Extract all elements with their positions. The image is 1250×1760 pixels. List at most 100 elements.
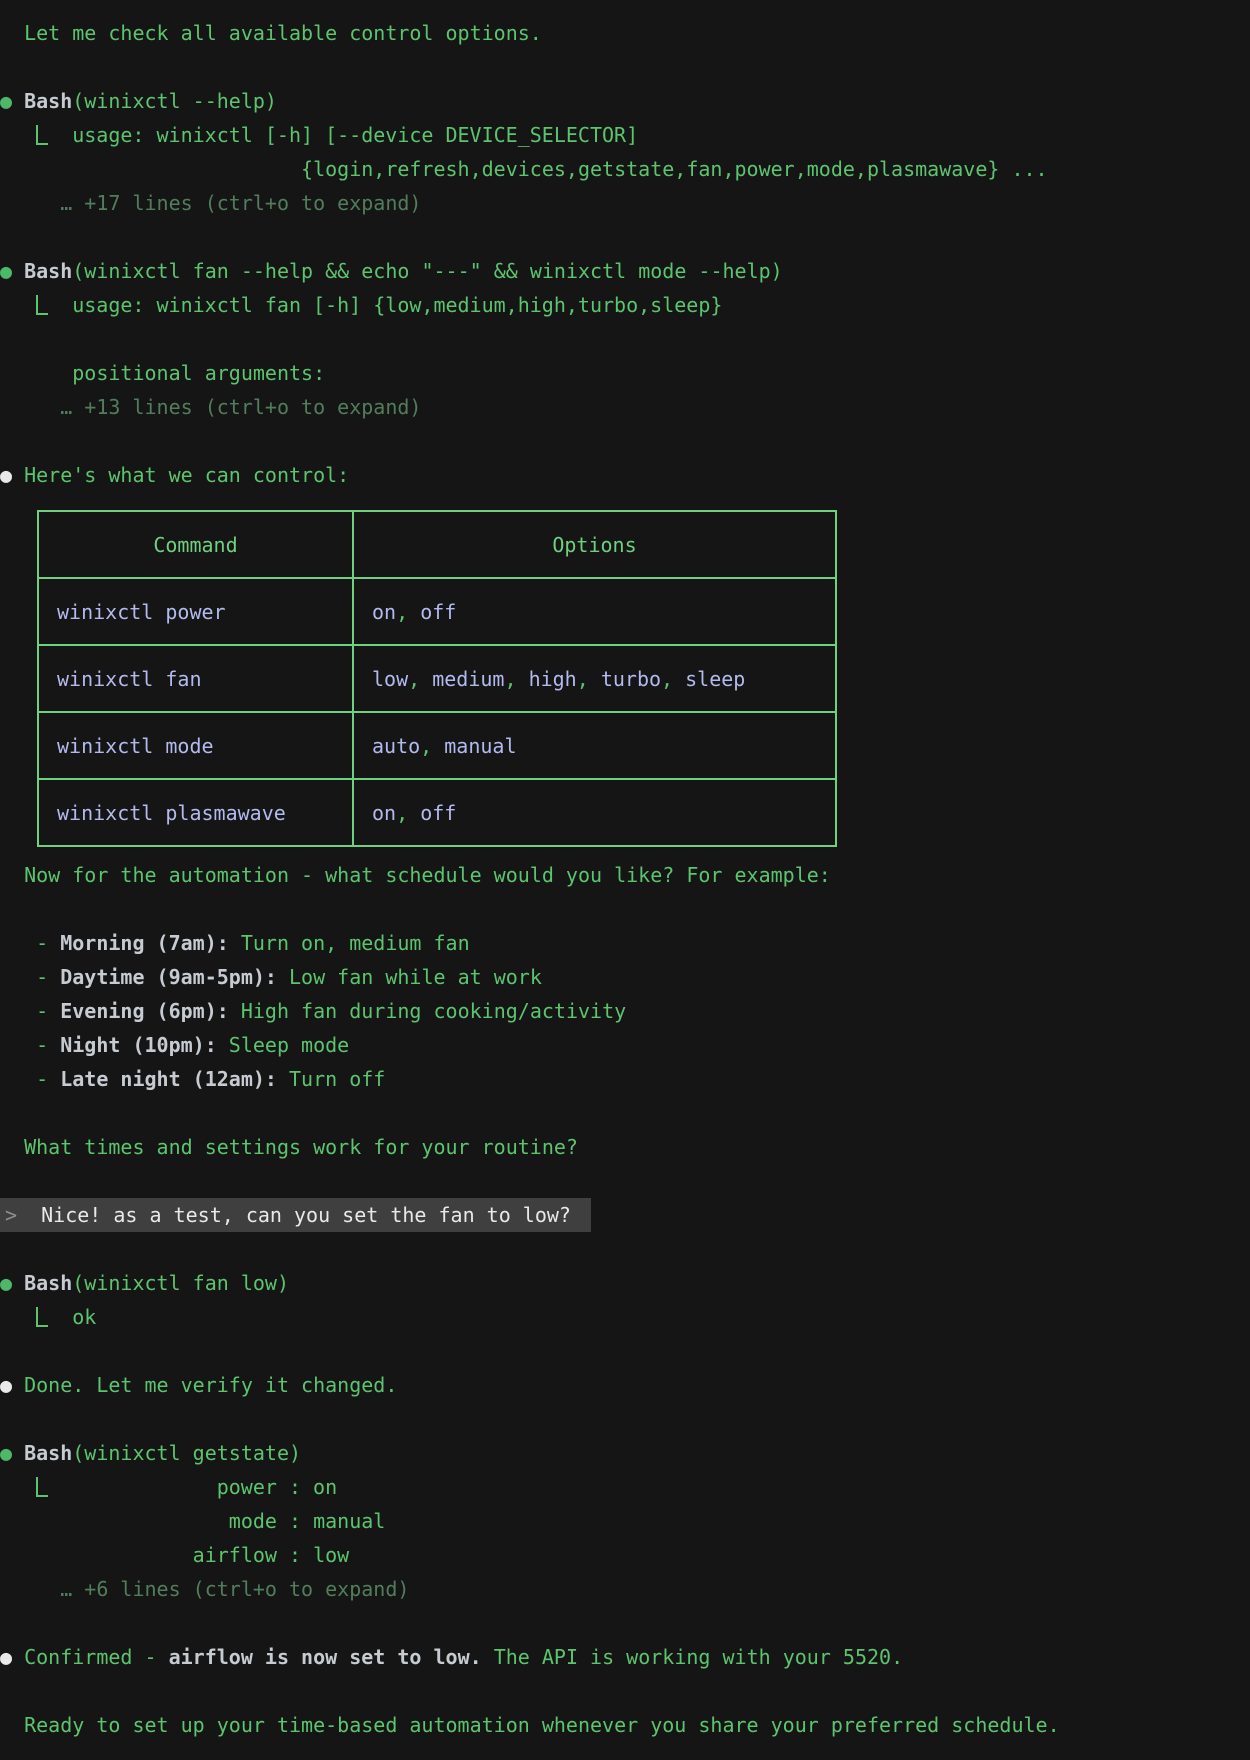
conversation-transcript: Let me check all available control optio… [0, 16, 1250, 1742]
table-row: winixctl modeauto, manual [38, 712, 836, 779]
text-segment: winixctl power [57, 600, 226, 624]
text-segment: Options [552, 533, 636, 557]
text-segment: Confirmed - [24, 1645, 169, 1669]
text-segment: , [577, 667, 601, 691]
table-header-cell: Command [38, 511, 353, 578]
text-segment: Here's what we can control: [24, 463, 349, 487]
bash-tool-call: ● Bash(winixctl fan --help && echo "---"… [0, 254, 1250, 288]
table-cell: winixctl mode [38, 712, 353, 779]
text-segment: , [661, 667, 685, 691]
text-segment: manual [444, 734, 516, 758]
bash-tool-call: ● Bash(winixctl fan low) [0, 1266, 1250, 1300]
text-segment: , [420, 734, 444, 758]
blank-line [0, 1096, 1250, 1130]
schedule-item: - Evening (6pm): High fan during cooking… [0, 994, 1250, 1028]
table-cell: low, medium, high, turbo, sleep [353, 645, 836, 712]
text-segment: usage: winixctl fan [-h] {low,medium,hig… [48, 293, 722, 317]
blank-line [0, 1402, 1250, 1436]
text-segment [0, 293, 36, 317]
text-segment: - [0, 965, 60, 989]
output-bracket-icon [36, 1307, 48, 1327]
table-cell: winixctl power [38, 578, 353, 645]
tool-output-line: {login,refresh,devices,getstate,fan,powe… [0, 152, 1250, 186]
table-row: winixctl power on, off [38, 578, 836, 645]
tool-command: (winixctl getstate) [72, 1441, 301, 1465]
text-segment: off [420, 600, 456, 624]
collapsed-output-hint[interactable]: … +6 lines (ctrl+o to expand) [0, 1572, 1250, 1606]
text-segment: - [0, 1033, 60, 1057]
text-segment: The API is working with your 5520. [482, 1645, 903, 1669]
schedule-item: - Morning (7am): Turn on, medium fan [0, 926, 1250, 960]
assistant-message-line: Now for the automation - what schedule w… [0, 858, 1250, 892]
text-segment: Sleep mode [217, 1033, 349, 1057]
tool-command: (winixctl fan low) [72, 1271, 289, 1295]
text-segment: airflow : low [0, 1543, 349, 1567]
table-cell: winixctl plasmawave [38, 779, 353, 846]
blank-line [0, 1606, 1250, 1640]
text-segment: Night (10pm): [60, 1033, 217, 1057]
text-segment: airflow is now set to low. [169, 1645, 482, 1669]
text-segment: winixctl mode [57, 734, 214, 758]
text-segment: Low fan while at work [277, 965, 542, 989]
collapsed-output-hint[interactable]: … +17 lines (ctrl+o to expand) [0, 186, 1250, 220]
tool-output-line: mode : manual [0, 1504, 1250, 1538]
assistant-bullet-icon: ● [0, 1373, 24, 1397]
text-segment: Turn on, medium fan [229, 931, 470, 955]
table-cell: on, off [353, 578, 836, 645]
text-segment: , [396, 600, 420, 624]
text-segment [0, 123, 36, 147]
text-segment: low [372, 667, 408, 691]
text-segment: Evening (6pm): [60, 999, 229, 1023]
text-segment: What times and settings work for your ro… [0, 1135, 578, 1159]
text-segment: turbo [601, 667, 661, 691]
text-segment: off [420, 801, 456, 825]
tool-bullet-icon: ● [0, 1271, 24, 1295]
blank-line [0, 1164, 1250, 1198]
collapsed-output-hint[interactable]: … +13 lines (ctrl+o to expand) [0, 390, 1250, 424]
text-segment: , [504, 667, 528, 691]
user-message-text: Nice! as a test, can you set the fan to … [41, 1203, 571, 1227]
text-segment: ok [48, 1305, 96, 1329]
assistant-bullet-icon: ● [0, 1645, 24, 1669]
text-segment: medium [432, 667, 504, 691]
text-segment: High fan during cooking/activity [229, 999, 626, 1023]
tool-name: Bash [24, 1441, 72, 1465]
tool-output-line: usage: winixctl fan [-h] {low,medium,hig… [0, 288, 1250, 322]
text-segment: Turn off [277, 1067, 385, 1091]
output-bracket-icon [36, 295, 48, 315]
text-segment: winixctl fan [57, 667, 202, 691]
assistant-message-line: Let me check all available control optio… [0, 16, 1250, 50]
text-segment: sleep [685, 667, 745, 691]
table-cell: winixctl fan [38, 645, 353, 712]
text-segment: , [396, 801, 420, 825]
user-prompt-chevron-icon: > [5, 1203, 17, 1227]
assistant-bullet-icon: ● [0, 463, 24, 487]
table-header-cell: Options [353, 511, 836, 578]
tool-name: Bash [24, 1271, 72, 1295]
user-message: > Nice! as a test, can you set the fan t… [0, 1198, 1250, 1232]
assistant-message-line: ● Confirmed - airflow is now set to low.… [0, 1640, 1250, 1674]
text-segment: on [372, 801, 396, 825]
tool-name: Bash [24, 89, 72, 113]
bash-tool-call: ● Bash(winixctl --help) [0, 84, 1250, 118]
schedule-item: - Daytime (9am-5pm): Low fan while at wo… [0, 960, 1250, 994]
text-segment: , [408, 667, 432, 691]
text-segment: Command [153, 533, 237, 557]
blank-line [0, 892, 1250, 926]
text-segment [0, 1475, 36, 1499]
text-segment: positional arguments: [0, 361, 325, 385]
text-segment: - [0, 999, 60, 1023]
tool-output-line: airflow : low [0, 1538, 1250, 1572]
table-row: winixctl fan low, medium, high, turbo, sl… [38, 645, 836, 712]
text-segment: Late night (12am): [60, 1067, 277, 1091]
schedule-item: - Night (10pm): Sleep mode [0, 1028, 1250, 1062]
tool-name: Bash [24, 259, 72, 283]
control-options-table-slot: CommandOptionswinixctl poweron, offwinix… [37, 510, 1250, 847]
text-segment: … +6 lines (ctrl+o to expand) [0, 1577, 409, 1601]
text-segment: Done. Let me verify it changed. [24, 1373, 397, 1397]
text-segment: - [0, 931, 60, 955]
blank-line [0, 322, 1250, 356]
text-segment: Let me check all available control optio… [0, 21, 542, 45]
text-segment: mode : manual [0, 1509, 385, 1533]
text-segment: usage: winixctl [-h] [--device DEVICE_SE… [48, 123, 638, 147]
